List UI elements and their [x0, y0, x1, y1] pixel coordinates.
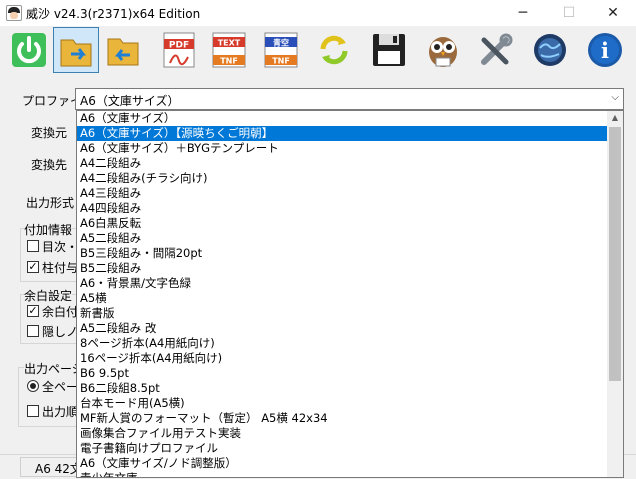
refresh-button[interactable]: [311, 27, 357, 73]
dropdown-item[interactable]: 16ページ折本(A4用紙向け): [77, 351, 608, 366]
chevron-down-icon: ⌵: [611, 92, 619, 103]
maximize-button[interactable]: ☐: [546, 0, 592, 26]
dropdown-item[interactable]: MF新人賞のフォーマット（暫定） A5横 42x34: [77, 411, 608, 426]
back-folder-button[interactable]: [101, 27, 147, 73]
dest-label: 変換先: [31, 158, 68, 172]
dropdown-item[interactable]: A6（文庫サイズ）＋BYGテンプレート: [77, 141, 608, 156]
dropdown-item[interactable]: A4二段組み: [77, 156, 608, 171]
owl-button[interactable]: [420, 27, 466, 73]
owl-icon: [429, 37, 457, 67]
dropdown-item[interactable]: A6白黒反転: [77, 216, 608, 231]
power-button[interactable]: [6, 27, 52, 73]
dropdown-item[interactable]: A4三段組み: [77, 186, 608, 201]
title-bar: 威沙 v24.3(r2371)x64 Edition ─ ☐ ✕: [0, 0, 636, 27]
dropdown-item[interactable]: A6（文庫サイズ）: [77, 111, 608, 126]
window-title: 威沙 v24.3(r2371)x64 Edition: [26, 7, 201, 21]
tools-button[interactable]: [473, 27, 519, 73]
pdf-icon: PDF: [163, 32, 195, 68]
dropdown-item[interactable]: 電子書籍向けプロファイル: [77, 441, 608, 456]
header-checkbox-label: 柱付与: [42, 261, 79, 275]
dropdown-item[interactable]: A5二段組み 改: [77, 321, 608, 336]
output-format-label: 出力形式: [26, 196, 75, 210]
folder-back-icon: [107, 38, 139, 66]
globe-icon: [534, 34, 566, 66]
margin-group-label: 余白設定: [24, 287, 73, 304]
margin-checkbox[interactable]: ✓: [27, 305, 39, 317]
status-text: A6 42文: [35, 462, 82, 476]
dropdown-scrollbar[interactable]: ▲: [607, 111, 623, 477]
dropdown-item[interactable]: A5二段組み: [77, 231, 608, 246]
toolbar: PDF TEXT TNF 青空 TNF i: [0, 26, 636, 76]
source-label: 変換元: [31, 126, 68, 140]
output-order-checkbox-label: 出力順: [42, 405, 79, 419]
close-button[interactable]: ✕: [590, 0, 636, 26]
dropdown-item-selected[interactable]: A6（文庫サイズ）【源暎ちくご明朝】: [77, 126, 608, 141]
save-button[interactable]: [366, 27, 412, 73]
aozora-tnf-icon: 青空 TNF: [264, 32, 298, 68]
profile-dropdown-list[interactable]: A6（文庫サイズ） A6（文庫サイズ）【源暎ちくご明朝】 A6（文庫サイズ）＋BYG…: [76, 110, 624, 478]
svg-text:TEXT: TEXT: [218, 39, 241, 48]
all-pages-radio-label: 全ペー: [42, 380, 79, 394]
text-tnf-icon: TEXT TNF: [212, 32, 246, 68]
text-tnf-button[interactable]: TEXT TNF: [206, 27, 252, 73]
folder-open-icon: [60, 39, 92, 67]
svg-text:PDF: PDF: [169, 41, 189, 51]
dropdown-item[interactable]: 画像集合ファイル用テスト実装: [77, 426, 608, 441]
dropdown-item[interactable]: A4二段組み(チラシ向け): [77, 171, 608, 186]
pdf-button[interactable]: PDF: [156, 27, 202, 73]
svg-text:TNF: TNF: [220, 57, 238, 66]
svg-text:TNF: TNF: [272, 57, 290, 66]
scrollbar-thumb[interactable]: [609, 127, 621, 381]
dropdown-item[interactable]: B6 9.5pt: [77, 366, 608, 381]
dropdown-item[interactable]: 新書版: [77, 306, 608, 321]
dropdown-item[interactable]: 台本モード用(A5横): [77, 396, 608, 411]
globe-button[interactable]: [527, 27, 573, 73]
dropdown-item[interactable]: B5三段組み・間隔20pt: [77, 246, 608, 261]
refresh-icon: [320, 35, 348, 65]
info-icon: i: [588, 33, 622, 67]
header-checkbox[interactable]: ✓: [27, 261, 39, 273]
svg-text:i: i: [601, 38, 609, 63]
dropdown-item[interactable]: A4四段組み: [77, 201, 608, 216]
app-icon: [6, 5, 22, 21]
open-folder-button[interactable]: [53, 27, 99, 73]
dropdown-item[interactable]: 8ページ折本(A4用紙向け): [77, 336, 608, 351]
all-pages-radio[interactable]: [27, 380, 39, 392]
svg-text:青空: 青空: [273, 38, 289, 48]
dropdown-item[interactable]: A6（文庫サイズ/ノド調整版）: [77, 456, 608, 471]
dropdown-item[interactable]: B6二段組8.5pt: [77, 381, 608, 396]
power-icon: [12, 33, 46, 67]
output-order-checkbox[interactable]: [27, 405, 39, 417]
profile-value: A6（文庫サイズ）: [80, 94, 180, 108]
dropdown-items: A6（文庫サイズ） A6（文庫サイズ）【源暎ちくご明朝】 A6（文庫サイズ）＋BYG…: [77, 111, 608, 477]
extra-info-group-label: 付加情報: [24, 221, 73, 238]
dropdown-item[interactable]: B5二段組み: [77, 261, 608, 276]
dropdown-item[interactable]: 青少年文庫: [77, 471, 608, 477]
hidden-checkbox[interactable]: [27, 325, 39, 337]
info-button[interactable]: i: [582, 27, 628, 73]
aozora-tnf-button[interactable]: 青空 TNF: [258, 27, 304, 73]
dropdown-item[interactable]: A5横: [77, 291, 608, 306]
scroll-up-icon[interactable]: ▲: [607, 111, 623, 125]
margin-checkbox-label: 余白付: [42, 305, 79, 319]
tools-icon: [481, 33, 513, 65]
toc-checkbox-label: 目次・: [42, 240, 79, 254]
minimize-button[interactable]: ─: [500, 0, 546, 26]
output-page-group-label: 出力ページ: [24, 360, 84, 377]
dropdown-item[interactable]: A6・背景黒/文字色緑: [77, 276, 608, 291]
save-icon: [373, 34, 405, 66]
toc-checkbox[interactable]: [27, 240, 39, 252]
profile-select[interactable]: A6（文庫サイズ） ⌵: [75, 88, 624, 110]
